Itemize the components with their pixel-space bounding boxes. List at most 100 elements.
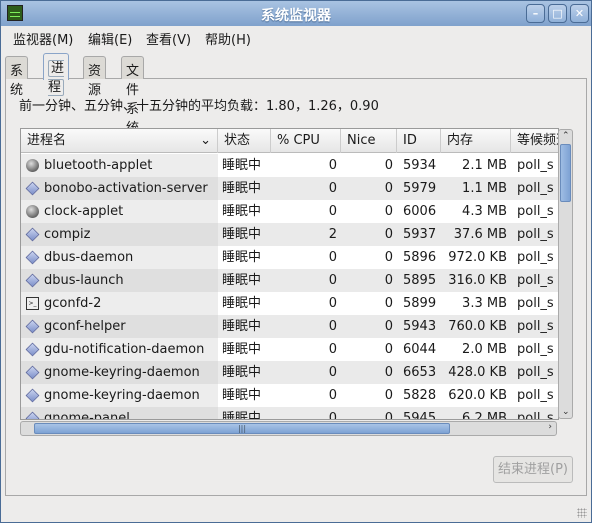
cell-id: 5896	[403, 250, 437, 265]
cell-nice: 0	[384, 181, 393, 196]
process-name: gnome-keyring-daemon	[44, 365, 200, 380]
cell-mem: 2.0 MB	[462, 342, 507, 357]
table-row[interactable]: dbus-daemon 睡眠中 0 0 5896 972.0 KB poll_s	[21, 246, 558, 269]
table-row[interactable]: gdu-notification-daemon 睡眠中 0 0 6044 2.0 MB po…	[21, 338, 558, 361]
scroll-up-icon[interactable]: ⌃	[562, 131, 570, 141]
cell-wait: poll_s	[517, 158, 554, 173]
scroll-right-icon[interactable]: ›	[548, 422, 552, 432]
cell-mem: 620.0 KB	[448, 388, 507, 403]
cell-wait: poll_s	[517, 250, 554, 265]
column-header-id[interactable]: ID	[397, 129, 441, 153]
cell-status: 睡眠中	[222, 250, 262, 265]
vertical-scroll-thumb[interactable]	[560, 144, 571, 202]
cell-status: 睡眠中	[222, 227, 262, 242]
horizontal-scroll-thumb[interactable]: |||	[34, 423, 450, 434]
cell-nice: 0	[384, 365, 393, 380]
process-name: bonobo-activation-server	[44, 181, 208, 196]
cell-mem: 1.1 MB	[462, 181, 507, 196]
cell-cpu: 0	[328, 342, 337, 357]
cell-cpu: 0	[328, 365, 337, 380]
cell-nice: 0	[384, 296, 393, 311]
minimize-button[interactable]: –	[526, 4, 545, 23]
table-row[interactable]: gconf-helper 睡眠中 0 0 5943 760.0 KB poll_s	[21, 315, 558, 338]
cell-mem: 428.0 KB	[448, 365, 507, 380]
column-header-memory[interactable]: 内存	[441, 129, 511, 153]
cell-name: >_ gconfd-2	[21, 292, 218, 315]
resize-grip[interactable]	[577, 508, 587, 518]
cell-id: 6653	[403, 365, 437, 380]
menu-bar: 监视器(M) 编辑(E) 查看(V) 帮助(H)	[1, 26, 591, 48]
vertical-scrollbar[interactable]: ⌃ ⌄	[558, 129, 573, 419]
load-average-text: 前一分钟、五分钟、十五分钟的平均负载：1.80，1.26，0.90	[19, 99, 379, 114]
cell-cpu: 0	[328, 273, 337, 288]
cell-id: 6006	[403, 204, 437, 219]
menu-view[interactable]: 查看(V)	[146, 29, 191, 48]
cell-status: 睡眠中	[222, 411, 262, 420]
table-row[interactable]: bluetooth-applet 睡眠中 0 0 5934 2.1 MB poll_s	[21, 154, 558, 177]
tab-processes[interactable]: 进程	[43, 53, 70, 96]
cell-cpu: 0	[328, 411, 337, 420]
table-row[interactable]: clock-applet 睡眠中 0 0 6006 4.3 MB poll_s	[21, 200, 558, 223]
column-header-wait[interactable]: 等候频道	[511, 129, 558, 153]
table-row[interactable]: bonobo-activation-server 睡眠中 0 0 5979 1.1 MB p…	[21, 177, 558, 200]
cell-wait: poll_s	[517, 342, 554, 357]
tab-label: 进程	[48, 60, 65, 96]
column-header-cpu[interactable]: % CPU	[271, 129, 341, 153]
table-row[interactable]: gnome-keyring-daemon 睡眠中 0 0 5828 620.0 KB pol…	[21, 384, 558, 407]
menu-edit[interactable]: 编辑(E)	[88, 29, 132, 48]
cell-status: 睡眠中	[222, 388, 262, 403]
process-name: bluetooth-applet	[44, 158, 153, 173]
cell-cpu: 0	[328, 296, 337, 311]
table-row[interactable]: dbus-launch 睡眠中 0 0 5895 316.0 KB poll_s	[21, 269, 558, 292]
table-row[interactable]: >_ gconfd-2 睡眠中 0 0 5899 3.3 MB poll_s	[21, 292, 558, 315]
cell-name: gconf-helper	[21, 315, 218, 338]
cell-cpu: 0	[328, 158, 337, 173]
close-button[interactable]: ✕	[570, 4, 589, 23]
cell-status: 睡眠中	[222, 204, 262, 219]
cell-status: 睡眠中	[222, 342, 262, 357]
cell-wait: poll_s	[517, 273, 554, 288]
cell-cpu: 0	[328, 250, 337, 265]
cell-wait: poll_s	[517, 181, 554, 196]
cell-wait: poll_s	[517, 319, 554, 334]
cell-cpu: 0	[328, 388, 337, 403]
table-row[interactable]: compiz 睡眠中 2 0 5937 37.6 MB poll_s	[21, 223, 558, 246]
tab-resources[interactable]: 资源	[83, 56, 107, 98]
title-bar: 系统监视器 – □ ✕	[1, 1, 591, 26]
cell-wait: poll_s	[517, 365, 554, 380]
column-header-nice[interactable]: Nice	[341, 129, 397, 153]
cell-id: 6044	[403, 342, 437, 357]
scroll-down-icon[interactable]: ⌄	[562, 407, 570, 417]
cell-id: 5895	[403, 273, 437, 288]
end-process-button[interactable]: 结束进程(P)	[493, 456, 573, 483]
cell-nice: 0	[384, 319, 393, 334]
table-row[interactable]: gnome-panel 睡眠中 0 0 5945 6.2 MB poll_s	[21, 407, 558, 420]
cell-nice: 0	[384, 158, 393, 173]
menu-monitor[interactable]: 监视器(M)	[13, 29, 73, 48]
process-table[interactable]: 进程名 ⌄ 状态 % CPU Nice ID 内存 等候频道 bluetooth-…	[20, 128, 559, 420]
cell-id: 5828	[403, 388, 437, 403]
cell-nice: 0	[384, 388, 393, 403]
cell-nice: 0	[384, 204, 393, 219]
tab-label: 系统	[10, 64, 24, 98]
menu-help[interactable]: 帮助(H)	[205, 29, 251, 48]
cell-name: gdu-notification-daemon	[21, 338, 218, 361]
process-ball-icon	[26, 205, 39, 218]
table-row[interactable]: gnome-keyring-daemon 睡眠中 0 0 6653 428.0 KB pol…	[21, 361, 558, 384]
maximize-button[interactable]: □	[548, 4, 567, 23]
cell-wait: poll_s	[517, 388, 554, 403]
cell-name: compiz	[21, 223, 218, 246]
tab-system[interactable]: 系统	[5, 56, 29, 98]
cell-id: 5943	[403, 319, 437, 334]
horizontal-scrollbar[interactable]: ||| ›	[20, 421, 557, 436]
tab-filesystems[interactable]: 文件系统	[121, 56, 145, 136]
cell-wait: poll_s	[517, 296, 554, 311]
column-header-name[interactable]: 进程名 ⌄	[21, 129, 218, 153]
tab-label: 资源	[88, 64, 102, 98]
cell-cpu: 0	[328, 319, 337, 334]
cell-name: gnome-panel	[21, 407, 218, 419]
cell-mem: 2.1 MB	[462, 158, 507, 173]
cell-wait: poll_s	[517, 411, 554, 420]
window-title: 系统监视器	[261, 8, 331, 24]
column-header-status[interactable]: 状态	[218, 129, 271, 153]
